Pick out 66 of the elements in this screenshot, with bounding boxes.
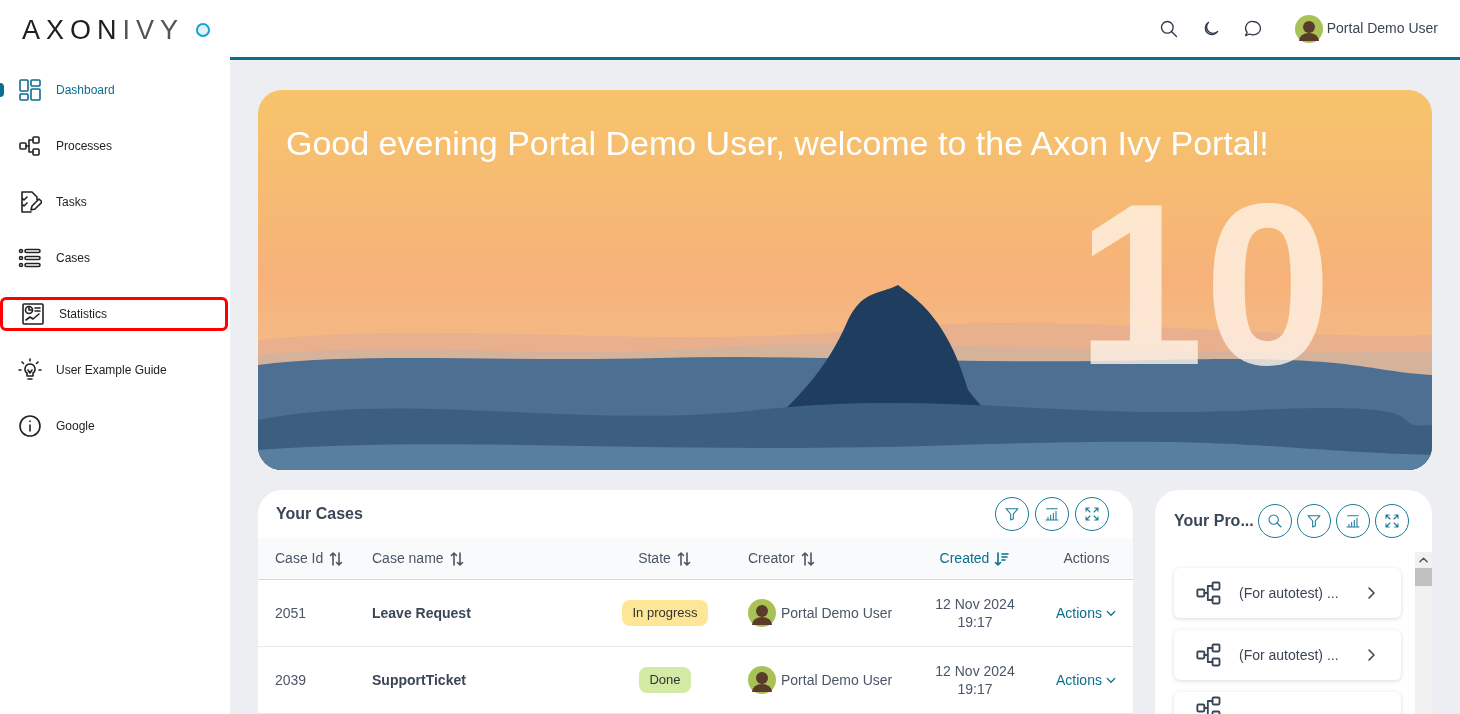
scrollbar[interactable] [1415,552,1432,714]
process-flow-icon [18,134,42,158]
process-item[interactable]: (For autotest) ... [1174,630,1401,680]
actions-dropdown[interactable]: Actions [1040,669,1133,691]
process-flow-icon [1195,694,1223,714]
sidebar-item[interactable]: Cases [0,241,228,275]
scrollbar-thumb[interactable] [1415,568,1432,586]
state-badge: In progress [622,600,708,626]
sidebar-item[interactable]: Google [0,409,228,443]
column-header[interactable]: Created [910,548,1040,570]
version-number: 10 [1076,170,1332,400]
widget-title: Your Pro... [1174,511,1254,531]
sort-icon [448,550,465,567]
sidebar-item[interactable]: Statistics [0,297,228,331]
chat-button[interactable] [1242,18,1263,39]
sidebar-item[interactable]: Tasks [0,185,228,219]
table-cell-text: Leave Request [371,603,472,623]
search-button[interactable] [1158,18,1179,39]
info-icon [18,414,42,438]
column-header[interactable]: State [610,548,720,570]
welcome-greeting: Good evening Portal Demo User, welcome to the Axon Ivy Portal! [286,123,1269,164]
task-document-icon [18,190,42,214]
state-badge: Done [639,667,691,693]
process-item[interactable]: (For autotest) ... [1174,568,1401,618]
table-cell-text: 12 Nov 2024 19:17 [934,595,1016,631]
column-header[interactable]: Case Id [258,548,355,570]
avatar [1294,14,1323,43]
sort-icon [675,550,692,567]
table-cell-text: 2039 [274,670,308,690]
chat-bubble-icon [1242,18,1263,39]
actions-dropdown[interactable]: Actions [1040,602,1133,624]
table-cell-text: SupportTicket [371,670,467,690]
logo-wordmark: AXON IVY [22,13,185,47]
list-icon [18,246,42,270]
sort-icon [328,550,345,567]
sidebar-item[interactable]: Processes [0,129,228,163]
avatar [748,599,776,627]
sidebar-item[interactable]: User Example Guide [0,353,228,387]
table-cell-text: 12 Nov 2024 19:17 [934,662,1016,698]
chart-report-icon [21,302,45,326]
widget-title: Your Cases [276,504,363,525]
table-cell-text: 2051 [274,603,308,623]
process-item[interactable] [1174,692,1401,714]
sort-icon [799,550,816,567]
sort-descending-icon [994,550,1011,567]
column-header[interactable]: Case name [355,548,610,570]
lightbulb-icon [18,358,42,382]
bar-chart-icon [1344,513,1361,529]
table-cell-text: Portal Demo User [781,670,893,690]
filter-icon [1004,506,1020,523]
bar-chart-icon [1044,506,1060,523]
scroll-up-icon [1419,557,1428,563]
process-flow-icon [1195,641,1223,669]
avatar [748,666,776,694]
user-menu[interactable]: Portal Demo User [1294,14,1438,43]
dashboard-icon [18,78,42,102]
process-flow-icon [1195,579,1223,607]
search-icon [1158,18,1179,39]
sidebar-item[interactable]: Dashboard [0,73,228,107]
search-icon [1266,513,1283,529]
expand-icon [1383,513,1400,529]
expand-icon [1084,506,1100,523]
table-cell-text: Portal Demo User [781,603,893,623]
column-header[interactable]: Actions [1040,548,1133,570]
column-header[interactable]: Creator [720,548,910,570]
filter-icon [1305,513,1322,529]
